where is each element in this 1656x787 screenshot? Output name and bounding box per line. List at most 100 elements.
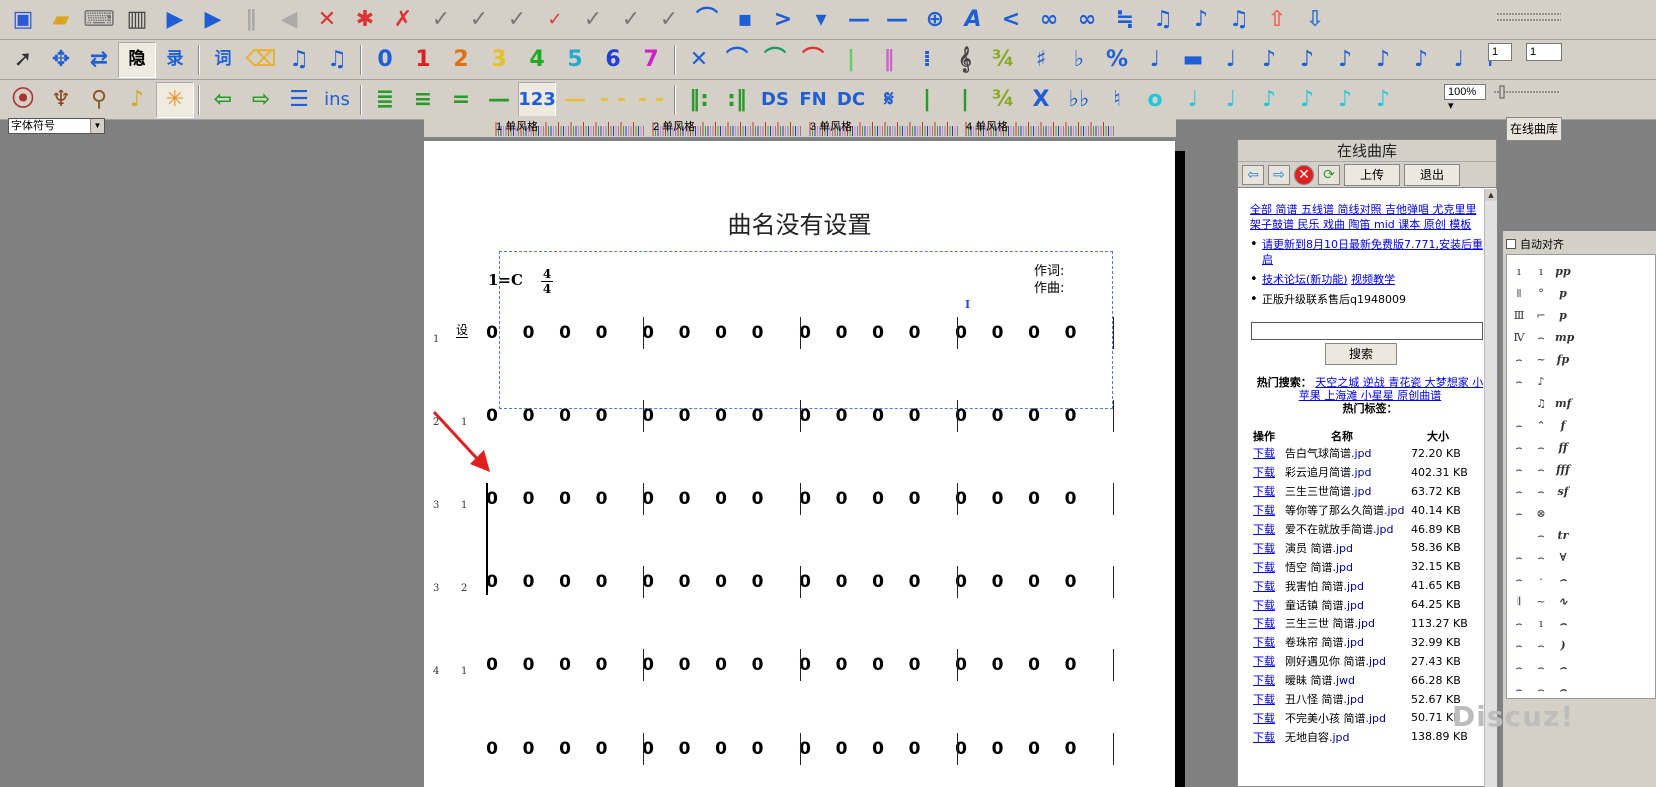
sixteenth-cyan-icon[interactable]: ♪ — [1288, 82, 1326, 118]
rest-note[interactable]: 0 — [1027, 406, 1041, 426]
download-link[interactable]: 下载 — [1253, 672, 1285, 688]
key-signature[interactable]: 1=C — [488, 271, 523, 289]
rest-note[interactable]: 0 — [522, 739, 536, 759]
time-sig-icon[interactable]: ¾ — [984, 42, 1022, 78]
score-title[interactable]: 曲名没有设置 — [424, 205, 1175, 240]
rest-note[interactable]: 0 — [595, 323, 609, 343]
file-row[interactable]: 下载 丑八怪 简谱.jpd 52.67 KB — [1253, 690, 1481, 709]
rest-icon[interactable]: ▬ — [1174, 42, 1212, 78]
sax-icon[interactable]: ♪ — [118, 82, 156, 118]
auto-align-option[interactable]: 自动对齐 — [1506, 236, 1564, 252]
sharp-icon[interactable]: ♯ — [1022, 42, 1060, 78]
check-cross-icon[interactable]: ✗ — [384, 2, 422, 38]
note-a-icon[interactable]: ♩ — [1212, 42, 1250, 78]
auto-align-checkbox[interactable] — [1506, 239, 1516, 249]
rest-note[interactable]: 0 — [1027, 489, 1041, 509]
tie-icon[interactable]: ≒ — [1106, 2, 1144, 38]
natural-icon[interactable]: ♮ — [1098, 82, 1136, 118]
file-row[interactable]: 下载 彩云追月简谱.jpd 402.31 KB — [1253, 463, 1481, 482]
scroll-up-icon[interactable]: ▲ — [1485, 189, 1497, 201]
rest-note[interactable]: 0 — [558, 406, 572, 426]
rest-note[interactable]: 0 — [678, 572, 692, 592]
score-page[interactable]: 曲名没有设置 1=C 4 4 作词: 作曲: I 1 0 0 0 0 0 0 0 0 0 0 0 0 0 0… — [424, 141, 1175, 787]
bar-green2-icon[interactable]: | — [946, 82, 984, 118]
update-link[interactable]: 请更新到8月10日最新免费版7.771,安装后重启 — [1262, 238, 1483, 266]
rest-note[interactable]: 0 — [678, 489, 692, 509]
hide-button[interactable]: 隐 — [118, 41, 156, 78]
notice-update[interactable]: 请更新到8月10日最新免费版7.771,安装后重启 — [1250, 237, 1485, 267]
download-link[interactable]: 下载 — [1253, 597, 1285, 613]
play-icon[interactable]: ▶ — [156, 2, 194, 38]
rest-note[interactable]: 0 — [1064, 572, 1078, 592]
file-row[interactable]: 下载 爱不在就放手简谱.jpd 46.89 KB — [1253, 520, 1481, 539]
rest-note[interactable]: 0 — [1064, 323, 1078, 343]
download-link[interactable]: 下载 — [1253, 540, 1285, 556]
score-system[interactable]: 10000000000000000 — [424, 317, 1175, 353]
refresh-icon[interactable]: ⟳ — [1318, 164, 1340, 185]
rest-note[interactable]: 0 — [991, 489, 1005, 509]
digit-2-icon[interactable]: 2 — [442, 42, 480, 78]
spellcheck-icon[interactable]: ✓ — [536, 2, 574, 38]
time-sig2-icon[interactable]: ¾ — [984, 82, 1022, 118]
rest-note[interactable]: 0 — [1064, 406, 1078, 426]
download-link[interactable]: 下载 — [1253, 634, 1285, 650]
check-flag6-icon[interactable]: ✓ — [650, 2, 688, 38]
digit-1-icon[interactable]: 1 — [404, 42, 442, 78]
download-link[interactable]: 下载 — [1253, 502, 1285, 518]
dash-icon[interactable]: — — [840, 2, 878, 38]
rest-note[interactable]: 0 — [714, 323, 728, 343]
rest-note[interactable]: 0 — [678, 323, 692, 343]
rest-note[interactable]: 0 — [1064, 655, 1078, 675]
slur-green-icon[interactable]: ⌒ — [756, 42, 794, 78]
rest-note[interactable]: 0 — [678, 406, 692, 426]
quarter-note-icon[interactable]: ♩ — [1136, 42, 1174, 78]
move-icon[interactable]: ✥ — [42, 42, 80, 78]
note2-icon[interactable]: ♪ — [1182, 2, 1220, 38]
file-row[interactable]: 下载 童话镇 简谱.jpd 64.25 KB — [1253, 595, 1481, 614]
beam2-icon[interactable]: ♫ — [318, 42, 356, 78]
rest-note[interactable]: 0 — [595, 572, 609, 592]
rest-note[interactable]: 0 — [835, 489, 849, 509]
panel-scrollbar[interactable]: ▲ — [1484, 189, 1497, 787]
download-link[interactable]: 下载 — [1253, 521, 1285, 537]
rest-note[interactable]: 0 — [1064, 739, 1078, 759]
arrow-right-icon[interactable]: ⇨ — [242, 82, 280, 118]
credits[interactable]: 作词: 作曲: — [1034, 263, 1064, 297]
rest-note[interactable]: 0 — [835, 572, 849, 592]
forum-link[interactable]: 技术论坛(新功能) — [1262, 273, 1348, 286]
rest-note[interactable]: 0 — [871, 489, 885, 509]
piano-icon[interactable]: ▥ — [118, 2, 156, 38]
symbol-col-3[interactable]: pp p p mp fp mf f ff fff sf tr ∀ ⌢ ∿ ⌢) ⌢ ⌢ — [1555, 261, 1574, 701]
category-link[interactable]: 全部 简谱 五线谱 简线对照 吉他弹唱 尤克里里 架子鼓谱 民乐 戏曲 陶笛 m… — [1250, 203, 1476, 231]
symbol-col-1[interactable]: ı ǁ Ⅲ Ⅳ ⌢ ⌢ ⌢ ⌢ ⌢ ⌢ ⌢ ⌢ ⌢ 𝄂 ⌢ ⌢ ⌢ ⌢ — [1511, 261, 1527, 701]
video-link[interactable]: 视频教学 — [1351, 273, 1395, 286]
double-barline-icon[interactable]: ‖ — [870, 42, 908, 78]
back-icon[interactable]: ◀ — [270, 2, 308, 38]
check-flag2-icon[interactable]: ✓ — [460, 2, 498, 38]
rest-note[interactable]: 0 — [908, 406, 922, 426]
rest-note[interactable]: 0 — [908, 655, 922, 675]
check-flag3-icon[interactable]: ✓ — [498, 2, 536, 38]
rest-note[interactable]: 0 — [1027, 323, 1041, 343]
keyboard-icon[interactable]: ⌨ — [80, 2, 118, 38]
rest-note[interactable]: 0 — [835, 323, 849, 343]
rest-note[interactable]: 0 — [558, 739, 572, 759]
rest-note[interactable]: 0 — [595, 406, 609, 426]
note-g-icon[interactable]: ♩ — [1440, 42, 1478, 78]
note3-icon[interactable]: ♫ — [1220, 2, 1258, 38]
rest-note[interactable]: 0 — [751, 406, 765, 426]
time-signature[interactable]: 4 4 — [541, 267, 553, 296]
text-A-icon[interactable]: A — [954, 2, 992, 38]
score-system[interactable]: 320000000000000000 — [424, 566, 1175, 602]
rest-note[interactable]: 0 — [714, 655, 728, 675]
play-from-icon[interactable]: ▶ — [194, 2, 232, 38]
download-link[interactable]: 下载 — [1253, 578, 1285, 594]
pause-icon[interactable]: ∥ — [232, 2, 270, 38]
rest-note[interactable]: 0 — [751, 489, 765, 509]
slur-red-icon[interactable]: ⌒ — [794, 42, 832, 78]
symbol-palette[interactable]: ı ǁ Ⅲ Ⅳ ⌢ ⌢ ⌢ ⌢ ⌢ ⌢ ⌢ ⌢ ⌢ 𝄂 ⌢ ⌢ ⌢ ⌢ ı ° ⌐ ⌢ ~ ♪ ♫ ⌃ ⌢ ⌢ ⌢ ⊗ ⌢ ⌢ · ~ ı ⌢ ⌢ ⌢ … — [1506, 254, 1656, 699]
down-caret-icon[interactable]: ▾ — [802, 2, 840, 38]
rest-note[interactable]: 0 — [751, 572, 765, 592]
violin-icon[interactable]: ♆ — [42, 82, 80, 118]
sixtyfourth-cyan-icon[interactable]: ♪ — [1364, 82, 1402, 118]
